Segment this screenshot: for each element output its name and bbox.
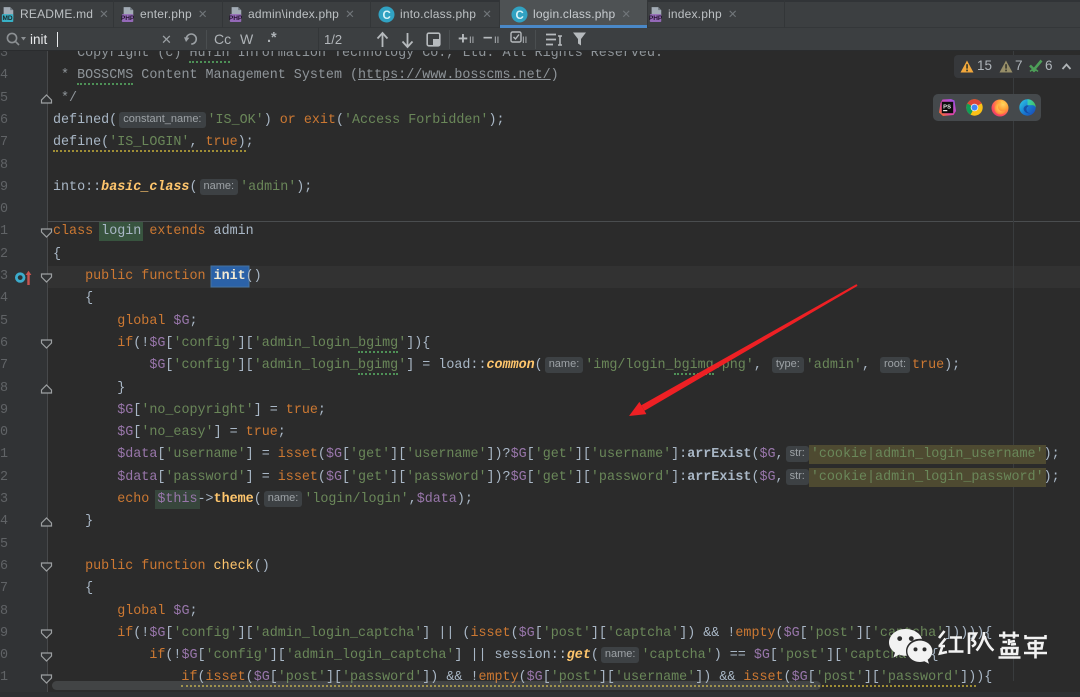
svg-text:PHP: PHP <box>229 15 243 22</box>
svg-text:PS: PS <box>943 104 951 110</box>
svg-text:PHP: PHP <box>121 15 135 22</box>
svg-text:MD: MD <box>2 15 12 22</box>
svg-text:C: C <box>383 9 391 21</box>
svg-text:PHP: PHP <box>649 15 663 22</box>
svg-text:C: C <box>516 9 524 21</box>
